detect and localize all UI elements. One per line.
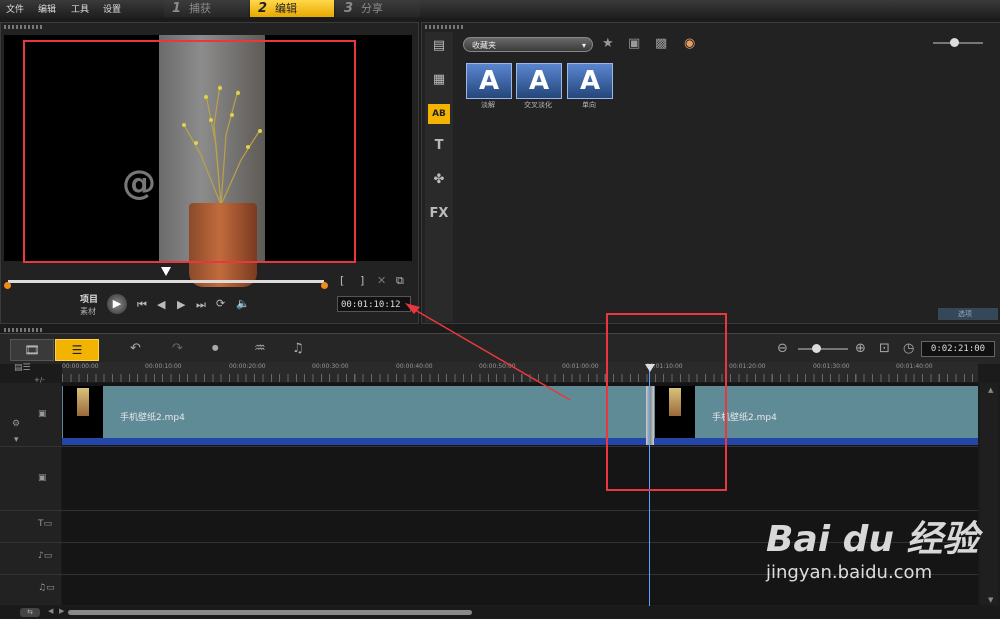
scroll-down-icon[interactable]: ▼ [988,596,993,604]
vertical-scrollbar[interactable] [980,383,998,605]
scroll-up-icon[interactable]: ▲ [988,386,993,394]
scroll-mode-icon[interactable]: ⇆ [20,608,40,617]
watermark-logo: Bai du 经验 [766,519,979,560]
scroll-left-icon[interactable]: ◀ [48,607,53,615]
baidu-watermark: Bai du 经验 jingyan.baidu.com [766,510,979,583]
scroll-right-icon[interactable]: ▶ [59,607,64,615]
scrollbar-thumb[interactable] [68,610,472,615]
watermark-url: jingyan.baidu.com [766,562,933,583]
